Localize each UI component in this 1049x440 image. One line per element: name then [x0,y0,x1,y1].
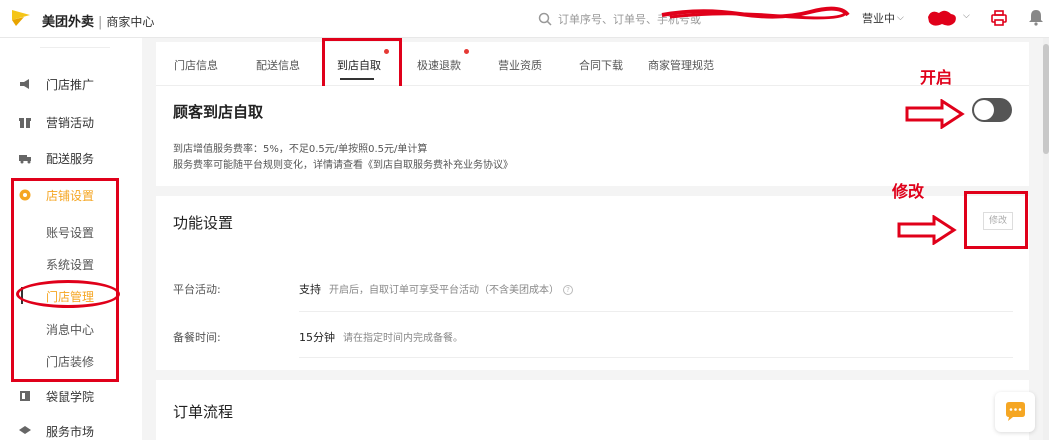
sidebar-item-academy[interactable]: 袋鼠学院 [0,379,142,413]
business-status-dropdown[interactable]: 营业中 ⌵ [862,10,904,26]
order-flow-title: 订单流程 [173,403,234,421]
search-icon [538,12,552,26]
annotation-label-edit: 修改 [892,182,925,201]
platform-activity-label: 平台活动: [173,283,221,296]
row-divider [299,357,1013,358]
book-icon [20,391,30,401]
sidebar-item-store-promotion[interactable]: 门店推广 [0,67,142,101]
tab-contract-download[interactable]: 合同下载 [579,57,623,73]
annotation-arrow-icon [897,215,957,245]
chat-bubble-icon [1006,402,1025,421]
help-icon[interactable]: ? [563,285,573,295]
prep-time-value: 15分钟 请在指定时间内完成备餐。 [299,329,463,345]
avatar-redaction-icon[interactable] [925,7,959,29]
tab-merchant-rules[interactable]: 商家管理规范 [648,57,714,73]
sidebar-item-delivery[interactable]: 配送服务 [0,141,142,175]
sidebar-item-label: 门店推广 [46,77,95,92]
printer-icon[interactable] [990,9,1008,27]
sidebar-item-label: 营销活动 [46,115,95,130]
pickup-toggle[interactable] [972,98,1012,122]
order-flow-card [156,380,1029,440]
brand-title: 美团外卖 | 商家中心 [42,15,155,30]
redaction-scribble-icon [661,6,850,20]
annotation-label-open: 开启 [920,68,953,87]
pickup-fee-description: 到店增值服务费率：5%，不足0.5元/单按照0.5元/单计算 [173,144,428,155]
top-bar: 美团外卖|商家中心 营业中 ⌵ ⌵ [0,0,1049,38]
sidebar-item-label: 配送服务 [46,151,95,166]
tab-fast-refund[interactable]: 极速退款 [417,57,461,73]
sidebar-item-partial [40,38,110,48]
function-settings-title: 功能设置 [173,214,234,232]
meituan-logo-icon [12,10,30,26]
chat-icon[interactable] [995,392,1035,432]
gift-icon [19,118,31,128]
business-status-label: 营业中 [862,12,895,25]
platform-activity-value: 支持 开启后，自取订单可享受平台活动（不含美团成本）? [299,281,573,297]
tab-business-license[interactable]: 营业资质 [498,57,542,73]
scrollbar-thumb[interactable] [1043,44,1049,154]
bell-icon[interactable] [1028,8,1044,26]
annotation-arrow-icon [905,99,965,129]
delivery-icon [19,155,31,164]
prep-time-minutes: 15分钟 [299,331,335,344]
annotation-box-edit [964,191,1028,249]
market-icon [19,426,31,434]
sidebar-item-service-market[interactable]: 服务市场 [0,414,142,440]
toggle-knob [974,100,994,120]
sidebar-item-label: 袋鼠学院 [46,389,95,404]
tab-store-info[interactable]: 门店信息 [174,57,218,73]
platform-activity-hint: 开启后，自取订单可享受平台活动（不含美团成本） [329,285,559,296]
row-divider [299,311,1013,312]
pickup-fee-agreement-link[interactable]: 服务费率可能随平台规则变化，详情请查看《到店自取服务费补充业务协议》 [173,156,513,171]
pickup-title: 顾客到店自取 [173,103,264,121]
brand-name: 美团外卖 [42,15,95,30]
annotation-oval-store-management [16,280,120,308]
sidebar-item-marketing[interactable]: 营销活动 [0,105,142,139]
brand-subtitle: 商家中心 [106,15,155,29]
megaphone-icon [20,79,29,89]
sidebar-item-label: 服务市场 [46,424,95,439]
prep-time-label: 备餐时间: [173,331,221,344]
chevron-down-icon[interactable]: ⌵ [963,11,970,21]
prep-time-hint: 请在指定时间内完成备餐。 [343,333,463,344]
platform-activity-status: 支持 [299,283,321,296]
notification-dot [464,49,469,54]
chevron-down-icon: ⌵ [897,13,904,23]
pickup-card [156,86,1029,186]
tab-delivery-info[interactable]: 配送信息 [256,57,300,73]
